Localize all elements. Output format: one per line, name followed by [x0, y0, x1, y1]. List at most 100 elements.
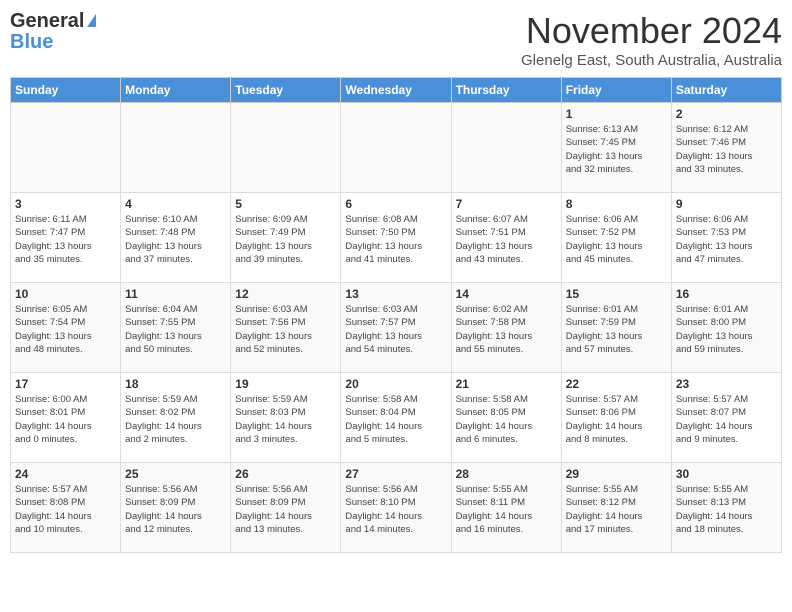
day-info: Sunrise: 6:01 AM Sunset: 7:59 PM Dayligh… — [566, 303, 667, 356]
calendar-cell: 28 Sunrise: 5:55 AM Sunset: 8:11 PM Dayli… — [451, 463, 561, 553]
calendar-cell: 18 Sunrise: 5:59 AM Sunset: 8:02 PM Dayli… — [121, 373, 231, 463]
day-info: Sunrise: 6:07 AM Sunset: 7:51 PM Dayligh… — [456, 213, 557, 266]
day-number: 19 — [235, 377, 336, 391]
calendar-cell: 9 Sunrise: 6:06 AM Sunset: 7:53 PM Daylig… — [671, 193, 781, 283]
day-number: 12 — [235, 287, 336, 301]
day-info: Sunrise: 5:56 AM Sunset: 8:09 PM Dayligh… — [125, 483, 226, 536]
day-number: 25 — [125, 467, 226, 481]
day-number: 21 — [456, 377, 557, 391]
day-info: Sunrise: 5:57 AM Sunset: 8:06 PM Dayligh… — [566, 393, 667, 446]
day-info: Sunrise: 5:56 AM Sunset: 8:09 PM Dayligh… — [235, 483, 336, 536]
day-number: 9 — [676, 197, 777, 211]
day-number: 7 — [456, 197, 557, 211]
day-number: 20 — [345, 377, 446, 391]
day-info: Sunrise: 6:12 AM Sunset: 7:46 PM Dayligh… — [676, 123, 777, 176]
day-info: Sunrise: 6:10 AM Sunset: 7:48 PM Dayligh… — [125, 213, 226, 266]
calendar-cell: 17Sunrise: 6:00 AM Sunset: 8:01 PM Dayli… — [11, 373, 121, 463]
day-number: 2 — [676, 107, 777, 121]
calendar-cell: 16Sunrise: 6:01 AM Sunset: 8:00 PM Dayli… — [671, 283, 781, 373]
column-header-monday: Monday — [121, 78, 231, 103]
calendar-week-row: 24Sunrise: 5:57 AM Sunset: 8:08 PM Dayli… — [11, 463, 782, 553]
day-number: 1 — [566, 107, 667, 121]
day-number: 23 — [676, 377, 777, 391]
calendar-cell: 27 Sunrise: 5:56 AM Sunset: 8:10 PM Dayli… — [341, 463, 451, 553]
day-info: Sunrise: 6:03 AM Sunset: 7:56 PM Dayligh… — [235, 303, 336, 356]
calendar-cell — [341, 103, 451, 193]
day-info: Sunrise: 5:59 AM Sunset: 8:03 PM Dayligh… — [235, 393, 336, 446]
calendar-cell: 26 Sunrise: 5:56 AM Sunset: 8:09 PM Dayli… — [231, 463, 341, 553]
calendar-cell: 29Sunrise: 5:55 AM Sunset: 8:12 PM Dayli… — [561, 463, 671, 553]
day-info: Sunrise: 6:13 AM Sunset: 7:45 PM Dayligh… — [566, 123, 667, 176]
calendar-cell: 11 Sunrise: 6:04 AM Sunset: 7:55 PM Dayli… — [121, 283, 231, 373]
calendar-cell: 2 Sunrise: 6:12 AM Sunset: 7:46 PM Daylig… — [671, 103, 781, 193]
page-header: General Blue November 2024 Glenelg East,… — [10, 10, 782, 69]
day-number: 18 — [125, 377, 226, 391]
day-info: Sunrise: 5:56 AM Sunset: 8:10 PM Dayligh… — [345, 483, 446, 536]
calendar-cell: 13Sunrise: 6:03 AM Sunset: 7:57 PM Dayli… — [341, 283, 451, 373]
calendar-week-row: 10Sunrise: 6:05 AM Sunset: 7:54 PM Dayli… — [11, 283, 782, 373]
calendar-cell: 23Sunrise: 5:57 AM Sunset: 8:07 PM Dayli… — [671, 373, 781, 463]
calendar-cell: 15 Sunrise: 6:01 AM Sunset: 7:59 PM Dayli… — [561, 283, 671, 373]
calendar-cell: 19 Sunrise: 5:59 AM Sunset: 8:03 PM Dayli… — [231, 373, 341, 463]
calendar-cell: 12 Sunrise: 6:03 AM Sunset: 7:56 PM Dayli… — [231, 283, 341, 373]
day-number: 15 — [566, 287, 667, 301]
calendar-cell: 25 Sunrise: 5:56 AM Sunset: 8:09 PM Dayli… — [121, 463, 231, 553]
day-number: 14 — [456, 287, 557, 301]
calendar-cell: 1 Sunrise: 6:13 AM Sunset: 7:45 PM Daylig… — [561, 103, 671, 193]
column-header-saturday: Saturday — [671, 78, 781, 103]
day-info: Sunrise: 5:58 AM Sunset: 8:04 PM Dayligh… — [345, 393, 446, 446]
day-info: Sunrise: 6:09 AM Sunset: 7:49 PM Dayligh… — [235, 213, 336, 266]
logo-blue-text: Blue — [10, 31, 53, 54]
day-number: 30 — [676, 467, 777, 481]
location-title: Glenelg East, South Australia, Australia — [521, 52, 782, 69]
calendar-cell: 5 Sunrise: 6:09 AM Sunset: 7:49 PM Daylig… — [231, 193, 341, 283]
calendar-week-row: 1 Sunrise: 6:13 AM Sunset: 7:45 PM Daylig… — [11, 103, 782, 193]
day-number: 29 — [566, 467, 667, 481]
calendar-cell — [11, 103, 121, 193]
calendar-cell: 21 Sunrise: 5:58 AM Sunset: 8:05 PM Dayli… — [451, 373, 561, 463]
day-info: Sunrise: 6:02 AM Sunset: 7:58 PM Dayligh… — [456, 303, 557, 356]
column-header-wednesday: Wednesday — [341, 78, 451, 103]
day-number: 26 — [235, 467, 336, 481]
calendar-cell: 8Sunrise: 6:06 AM Sunset: 7:52 PM Daylig… — [561, 193, 671, 283]
calendar-cell: 10Sunrise: 6:05 AM Sunset: 7:54 PM Dayli… — [11, 283, 121, 373]
calendar-header-row: SundayMondayTuesdayWednesdayThursdayFrid… — [11, 78, 782, 103]
day-number: 5 — [235, 197, 336, 211]
column-header-friday: Friday — [561, 78, 671, 103]
column-header-thursday: Thursday — [451, 78, 561, 103]
logo: General Blue — [10, 10, 96, 54]
calendar-cell: 6 Sunrise: 6:08 AM Sunset: 7:50 PM Daylig… — [341, 193, 451, 283]
month-title: November 2024 — [521, 10, 782, 52]
calendar-cell: 20 Sunrise: 5:58 AM Sunset: 8:04 PM Dayli… — [341, 373, 451, 463]
day-number: 10 — [15, 287, 116, 301]
calendar-table: SundayMondayTuesdayWednesdayThursdayFrid… — [10, 77, 782, 553]
calendar-cell: 24Sunrise: 5:57 AM Sunset: 8:08 PM Dayli… — [11, 463, 121, 553]
calendar-cell: 14 Sunrise: 6:02 AM Sunset: 7:58 PM Dayli… — [451, 283, 561, 373]
logo-general-text: General — [10, 10, 84, 33]
day-number: 22 — [566, 377, 667, 391]
day-number: 24 — [15, 467, 116, 481]
title-block: November 2024 Glenelg East, South Austra… — [521, 10, 782, 69]
day-info: Sunrise: 6:08 AM Sunset: 7:50 PM Dayligh… — [345, 213, 446, 266]
column-header-tuesday: Tuesday — [231, 78, 341, 103]
calendar-week-row: 17Sunrise: 6:00 AM Sunset: 8:01 PM Dayli… — [11, 373, 782, 463]
calendar-cell — [231, 103, 341, 193]
column-header-sunday: Sunday — [11, 78, 121, 103]
day-info: Sunrise: 5:55 AM Sunset: 8:13 PM Dayligh… — [676, 483, 777, 536]
day-number: 3 — [15, 197, 116, 211]
day-info: Sunrise: 5:58 AM Sunset: 8:05 PM Dayligh… — [456, 393, 557, 446]
day-number: 13 — [345, 287, 446, 301]
day-info: Sunrise: 6:06 AM Sunset: 7:53 PM Dayligh… — [676, 213, 777, 266]
day-info: Sunrise: 6:06 AM Sunset: 7:52 PM Dayligh… — [566, 213, 667, 266]
day-number: 4 — [125, 197, 226, 211]
calendar-week-row: 3 Sunrise: 6:11 AM Sunset: 7:47 PM Daylig… — [11, 193, 782, 283]
day-number: 11 — [125, 287, 226, 301]
day-info: Sunrise: 6:04 AM Sunset: 7:55 PM Dayligh… — [125, 303, 226, 356]
day-info: Sunrise: 5:55 AM Sunset: 8:11 PM Dayligh… — [456, 483, 557, 536]
day-number: 27 — [345, 467, 446, 481]
day-info: Sunrise: 5:59 AM Sunset: 8:02 PM Dayligh… — [125, 393, 226, 446]
day-number: 28 — [456, 467, 557, 481]
day-number: 6 — [345, 197, 446, 211]
calendar-cell: 22 Sunrise: 5:57 AM Sunset: 8:06 PM Dayli… — [561, 373, 671, 463]
day-info: Sunrise: 6:11 AM Sunset: 7:47 PM Dayligh… — [15, 213, 116, 266]
